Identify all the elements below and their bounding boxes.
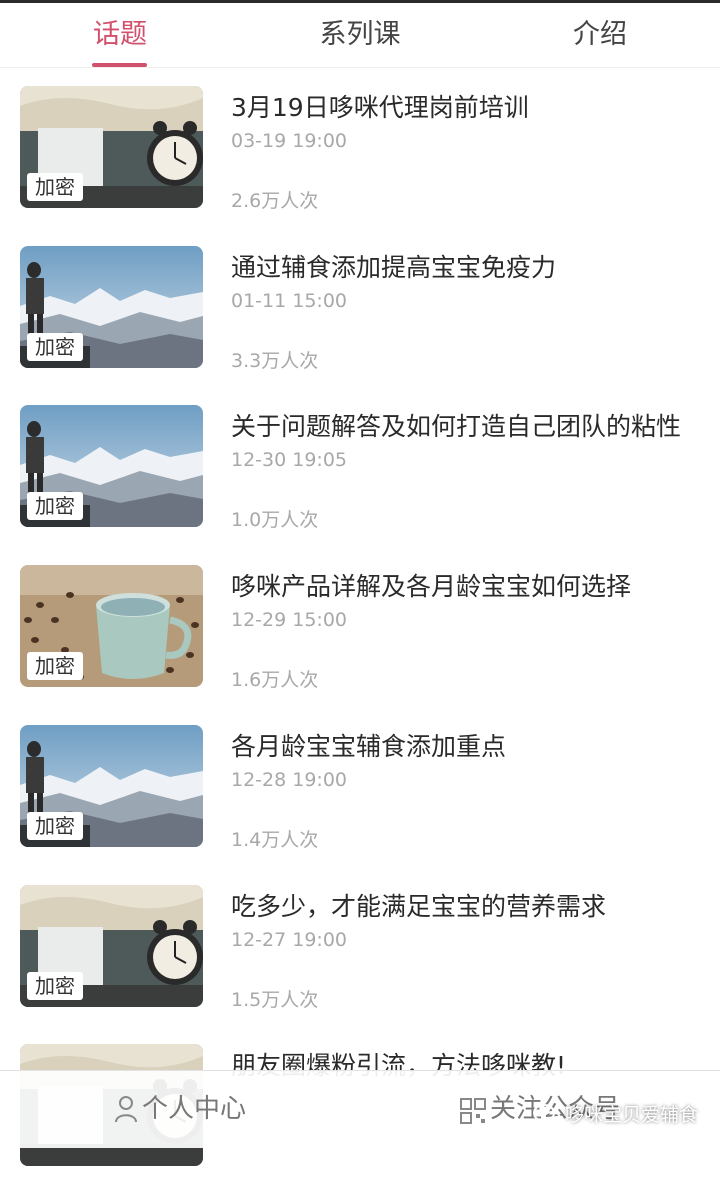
topic-title: 各月龄宝宝辅食添加重点 [231,731,507,761]
encrypted-badge: 加密 [27,971,83,1000]
topic-thumbnail: 加密 [20,405,203,528]
encrypted-badge: 加密 [27,492,83,521]
topic-list-item[interactable]: 加密 3月19日哆咪代理岗前培训 03-19 19:00 2.6万人次 [0,68,720,228]
topic-title: 关于问题解答及如何打造自己团队的粘性 [231,412,682,442]
topic-thumbnail: 加密 [20,86,203,208]
topic-list-item[interactable]: 加密 通过辅食添加提高宝宝免疫力 01-11 15:00 3.3万人次 [0,228,720,388]
topic-date: 12-28 19:00 [231,768,348,791]
topic-list-item[interactable]: 加密 关于问题解答及如何打造自己团队的粘性 12-30 19:05 1.0万人次 [0,387,720,547]
topic-date: 03-19 19:00 [231,130,348,152]
topic-view-count: 3.3万人次 [231,349,319,372]
personal-center-label: 个人中心 [142,1094,247,1124]
active-tab-indicator [92,63,147,67]
encrypted-badge: 加密 [27,332,83,361]
encrypted-badge: 加密 [27,173,83,201]
topic-date: 12-30 19:05 [231,449,348,472]
watermark-text: 哆咪宝贝爱辅食 [564,1104,698,1126]
watermark: 哆咪宝贝爱辅食 [532,1098,698,1132]
topic-list-item[interactable]: 加密 各月龄宝宝辅食添加重点 12-28 19:00 1.4万人次 [0,707,720,867]
top-tab-bar: 话题 系列课 介绍 [0,0,720,68]
tab-topics[interactable]: 话题 [0,13,240,63]
topic-title: 通过辅食添加提高宝宝免疫力 [231,252,557,282]
topic-date: 12-27 19:00 [231,928,348,951]
qrcode-icon [460,1096,486,1124]
topic-title: 吃多少，才能满足宝宝的营养需求 [231,891,607,921]
topic-date: 01-11 15:00 [231,289,348,312]
topic-thumbnail: 加密 [20,245,203,368]
wechat-icon [532,1103,561,1127]
topic-view-count: 1.4万人次 [231,828,319,851]
topic-thumbnail: 加密 [20,565,203,688]
topic-list-item[interactable]: 加密 吃多少，才能满足宝宝的营养需求 12-27 19:00 1.5万人次 [0,867,720,1027]
topic-view-count: 2.6万人次 [231,190,319,212]
topic-title: 哆咪产品详解及各月龄宝宝如何选择 [231,572,632,602]
topic-view-count: 1.0万人次 [231,509,319,532]
personal-center-button[interactable]: 个人中心 [114,1089,246,1129]
topic-thumbnail: 加密 [20,884,203,1007]
topic-date: 12-29 15:00 [231,609,348,632]
topic-view-count: 1.6万人次 [231,669,319,692]
encrypted-badge: 加密 [27,652,83,681]
topic-view-count: 1.5万人次 [231,988,319,1011]
tab-series[interactable]: 系列课 [240,13,480,63]
topic-title: 3月19日哆咪代理岗前培训 [231,93,529,122]
person-icon [114,1095,138,1123]
tab-intro[interactable]: 介绍 [480,13,720,63]
topic-thumbnail: 加密 [20,724,203,847]
encrypted-badge: 加密 [27,811,83,840]
topic-list-item[interactable]: 加密 哆咪产品详解及各月龄宝宝如何选择 12-29 15:00 1.6万人次 [0,547,720,707]
